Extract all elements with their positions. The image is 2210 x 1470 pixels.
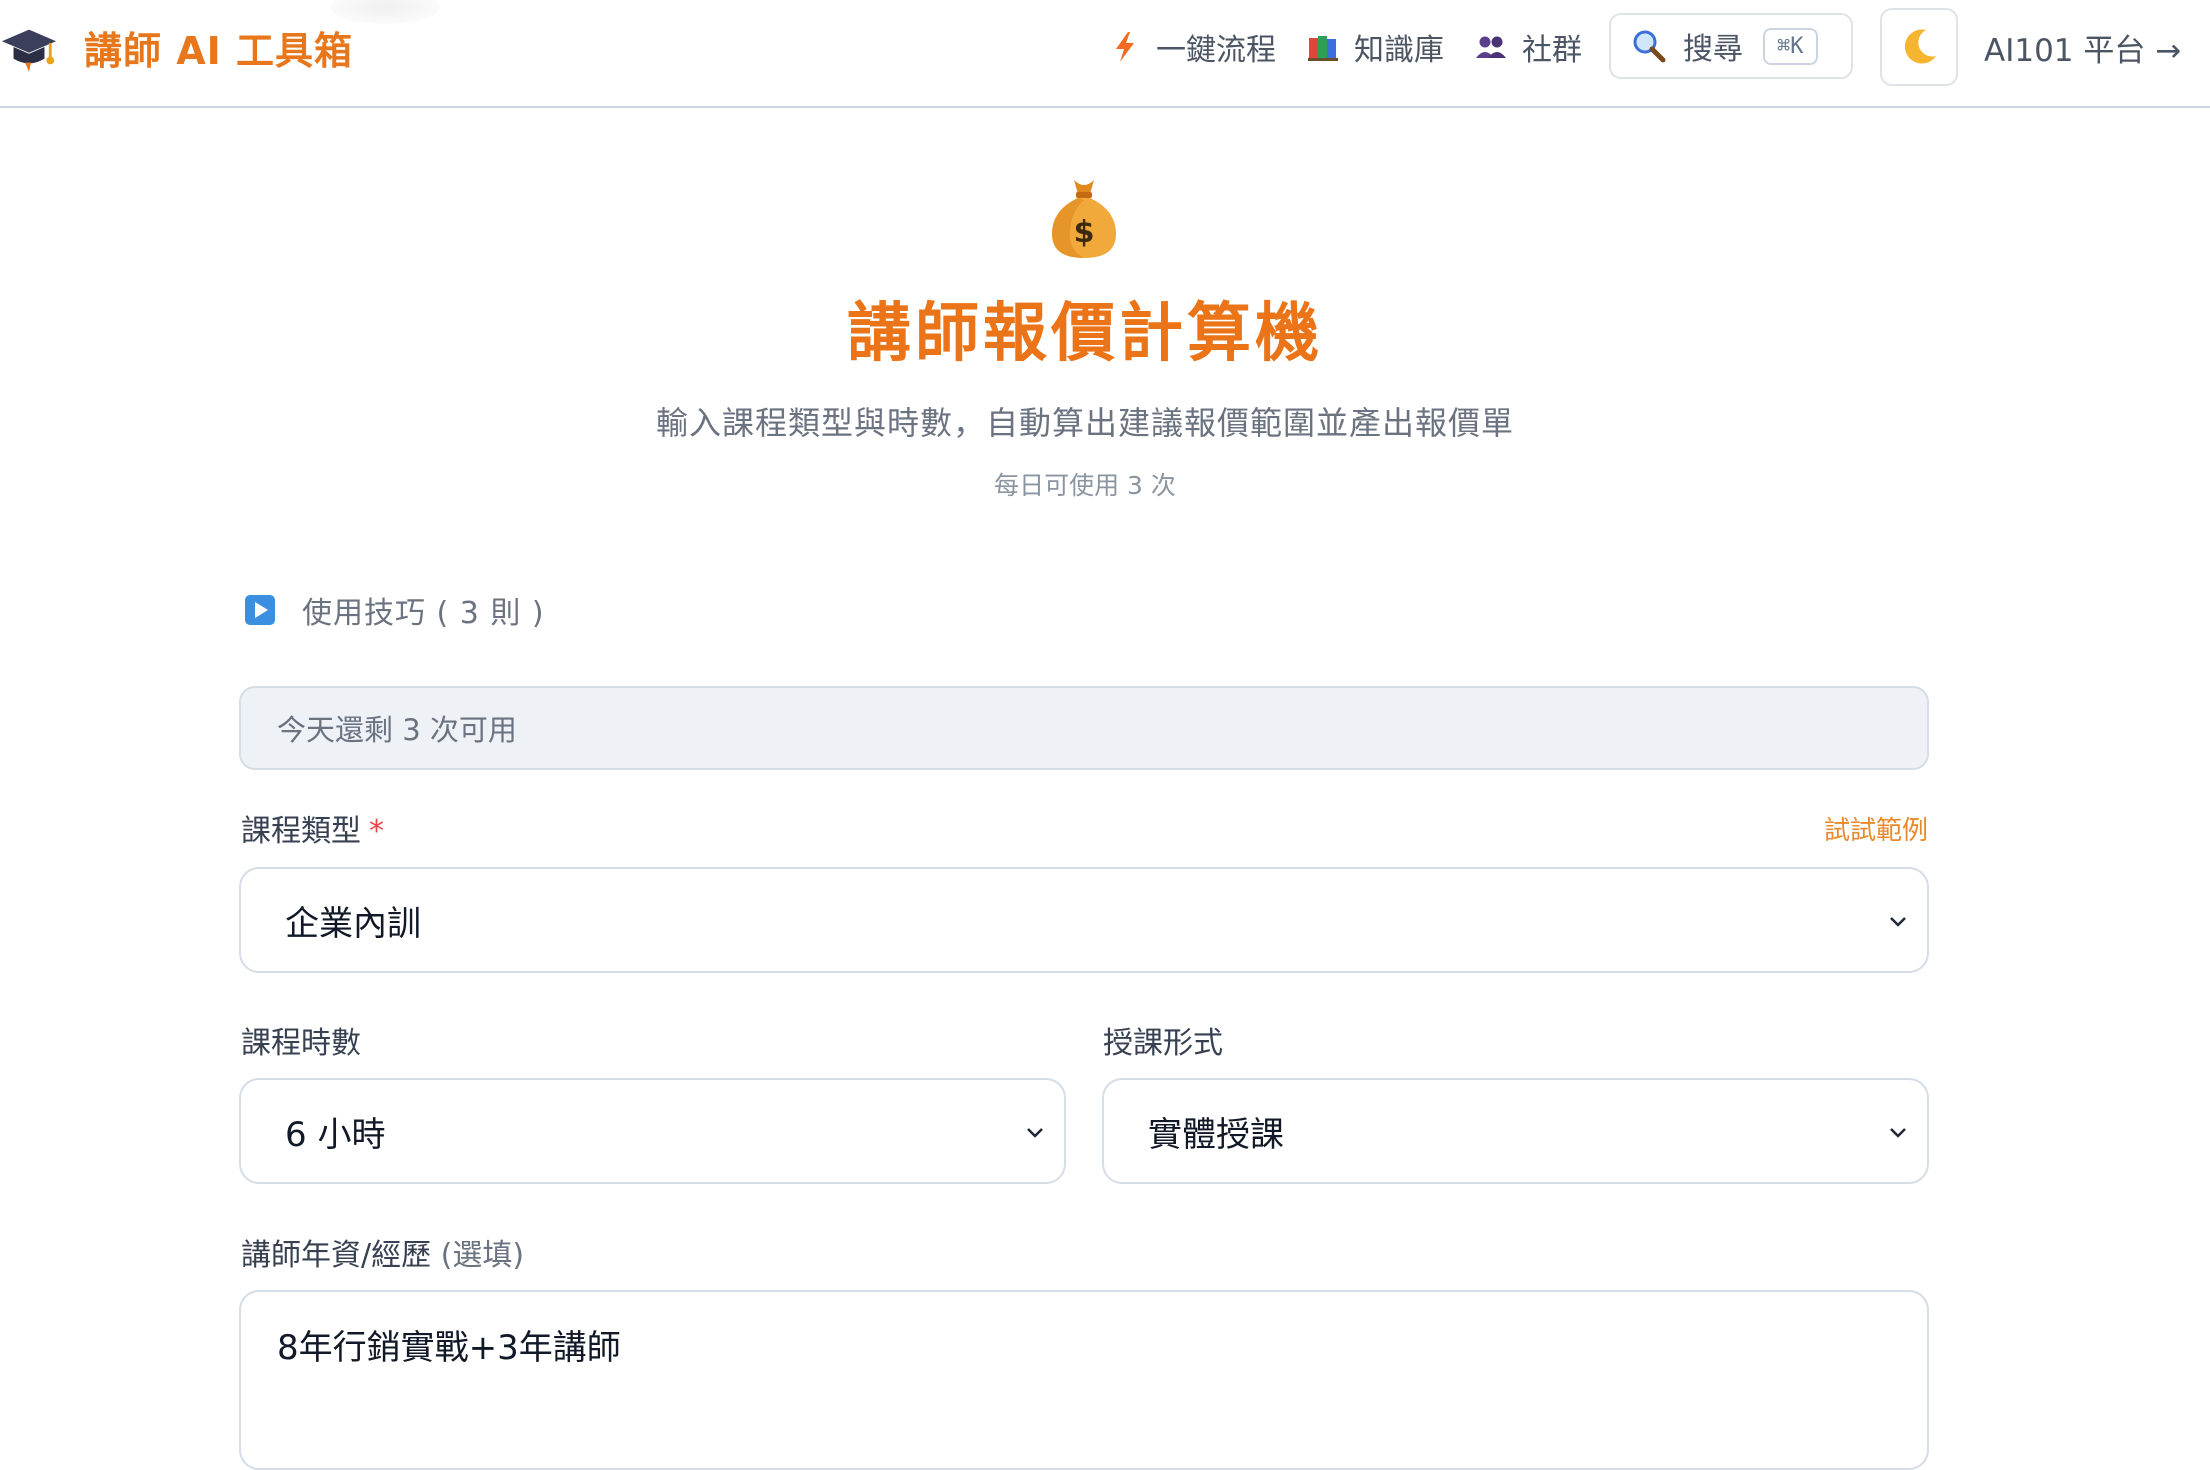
nav-one-click-flow[interactable]: 一鍵流程 [1108, 22, 1276, 72]
hours-label: 課程時數 [241, 1026, 361, 1061]
play-icon [244, 594, 276, 626]
quota-banner: 今天還剩 3 次可用 [239, 686, 1929, 770]
money-bag-icon: $ [1048, 174, 1120, 260]
course-type-label-text: 課程類型 [241, 814, 361, 849]
format-select[interactable]: 實體授課 [1102, 1078, 1929, 1184]
search-button[interactable]: 搜尋 ⌘K [1609, 13, 1853, 79]
required-mark: * [369, 814, 384, 849]
try-example-link[interactable]: 試試範例 [1824, 810, 1928, 847]
nav-community[interactable]: 社群 [1474, 22, 1582, 72]
lightning-icon [1108, 30, 1156, 64]
nav-label: 社群 [1522, 33, 1582, 68]
graduation-cap-icon [0, 18, 58, 76]
books-icon [1306, 30, 1354, 64]
svg-text:$: $ [1074, 215, 1095, 250]
format-value: 實體授課 [1148, 1114, 1284, 1155]
moon-icon [1898, 26, 1940, 68]
shortcut-badge: ⌘K [1763, 27, 1818, 65]
nav-knowledge-base[interactable]: 知識庫 [1306, 22, 1444, 72]
brand-logo-link[interactable]: 講師 AI 工具箱 [0, 20, 353, 74]
course-type-value: 企業內訓 [285, 903, 421, 944]
chevron-down-icon [1890, 1128, 1906, 1138]
people-icon [1474, 30, 1522, 64]
usage-note: 每日可使用 3 次 [994, 471, 1176, 500]
chevron-down-icon [1027, 1128, 1043, 1138]
brand-name: 講師 AI 工具箱 [84, 28, 354, 73]
nav-label: 一鍵流程 [1156, 33, 1276, 68]
course-type-select[interactable]: 企業內訓 [239, 867, 1929, 973]
platform-link[interactable]: AI101 平台 → [1984, 22, 2181, 72]
theme-toggle-button[interactable] [1880, 8, 1958, 86]
page-subtitle: 輸入課程類型與時數，自動算出建議報價範圍並產出報價單 [655, 404, 1514, 442]
experience-textarea[interactable]: 8年行銷實戰+3年講師 [239, 1290, 1929, 1470]
hours-value: 6 小時 [285, 1114, 386, 1155]
hours-select[interactable]: 6 小時 [239, 1078, 1066, 1184]
page-title: 講師報價計算機 [847, 297, 1323, 371]
usage-tips-toggle[interactable]: 使用技巧 ( 3 則 ) [244, 588, 545, 632]
nav-label: 知識庫 [1354, 33, 1444, 68]
experience-value: 8年行銷實戰+3年講師 [277, 1328, 621, 1368]
chevron-down-icon [1890, 917, 1906, 927]
tips-label: 使用技巧 ( 3 則 ) [302, 596, 545, 631]
top-navbar: 講師 AI 工具箱 一鍵流程 知識庫 社群 搜尋 ⌘K AI101 平台 → [0, 0, 2210, 108]
course-type-label: 課程類型 * [241, 806, 384, 850]
search-label: 搜尋 [1683, 32, 1743, 67]
experience-label-text: 講師年資/經歷 [241, 1238, 432, 1273]
format-label: 授課形式 [1103, 1026, 1223, 1061]
search-icon [1631, 28, 1667, 64]
optional-mark: (選填) [440, 1238, 525, 1273]
experience-label: 講師年資/經歷 (選填) [241, 1230, 524, 1274]
